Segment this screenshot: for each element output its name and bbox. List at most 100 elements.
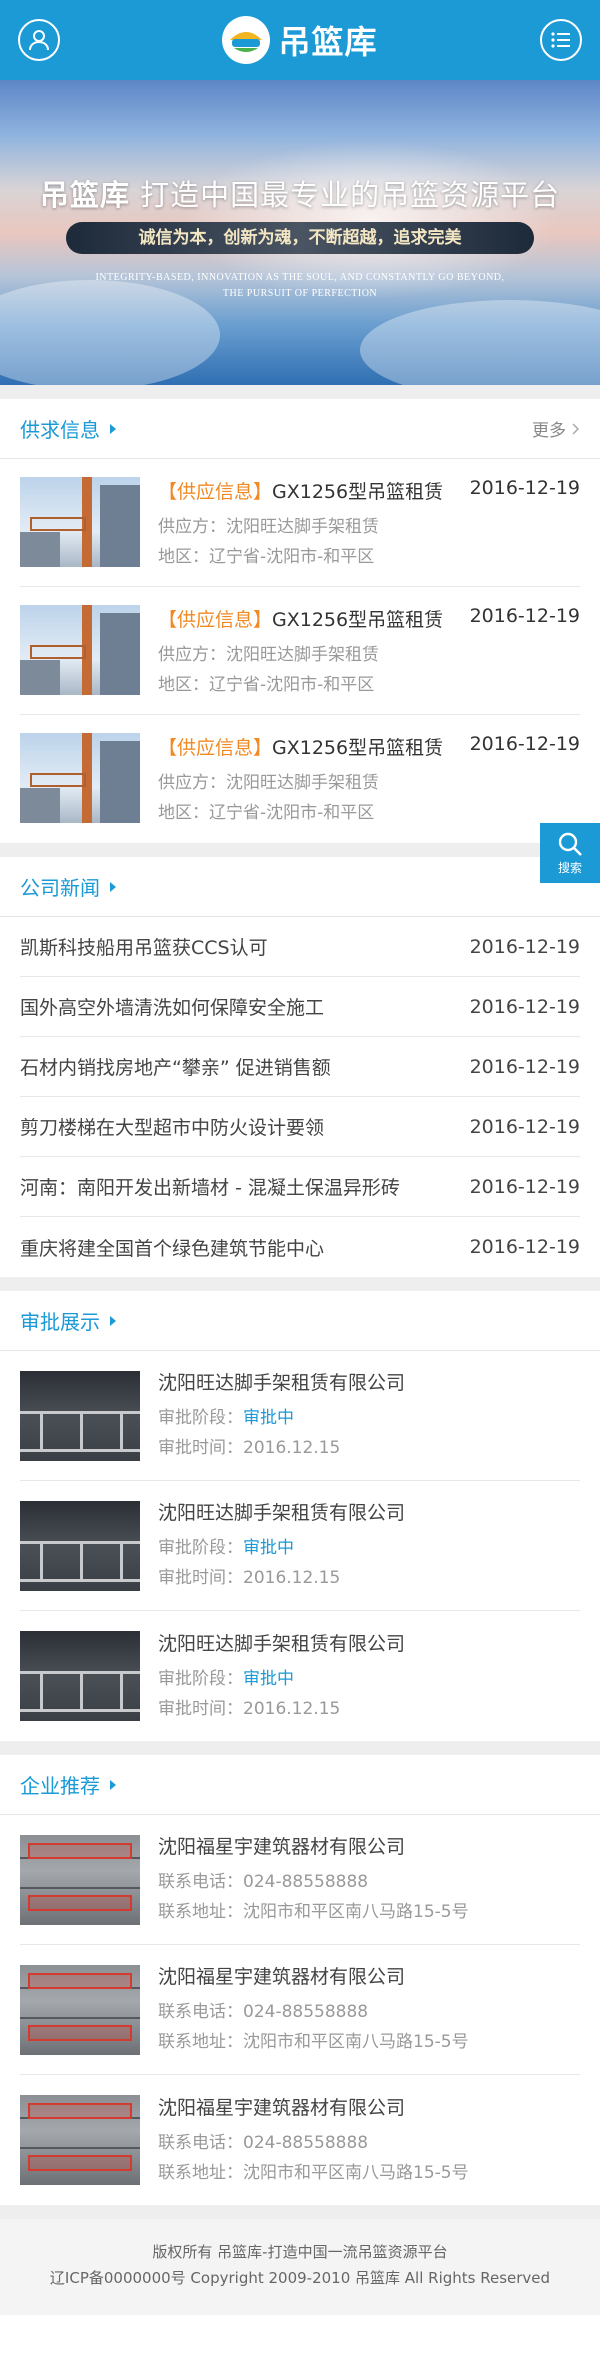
news-date: 2016-12-19 — [469, 1175, 580, 1198]
enterprise-section-title[interactable]: 企业推荐 — [20, 1770, 116, 1799]
enterprise-item[interactable]: 沈阳福星宇建筑器材有限公司 联系电话：024-88558888 联系地址：沈阳市… — [20, 2075, 580, 2205]
approval-time: 审批时间：2016.12.15 — [158, 1438, 341, 1458]
news-title-text: 公司新闻 — [20, 876, 100, 900]
approval-company: 沈阳旺达脚手架租赁有限公司 — [158, 1372, 406, 1394]
approval-stage-row: 审批阶段：审批中 — [158, 1664, 580, 1694]
news-title: 重庆将建全国首个绿色建筑节能中心 — [20, 1237, 325, 1260]
supply-section-header: 供求信息 更多 — [0, 399, 600, 459]
news-date: 2016-12-19 — [469, 1055, 580, 1078]
caret-right-icon — [110, 881, 116, 892]
approval-thumbnail — [20, 1631, 140, 1721]
supply-section-title[interactable]: 供求信息 — [20, 414, 116, 443]
news-item[interactable]: 国外高空外墙清洗如何保障安全施工 2016-12-19 — [20, 977, 580, 1037]
supply-title: GX1256型吊篮租赁 — [272, 609, 444, 631]
approval-thumbnail — [20, 1501, 140, 1591]
enterprise-phone: 联系电话：024-88558888 — [158, 2132, 369, 2153]
enterprise-address: 联系地址：沈阳市和平区南八马路15-5号 — [158, 1902, 469, 1922]
enterprise-company: 沈阳福星宇建筑器材有限公司 — [158, 2096, 406, 2119]
supply-item[interactable]: 【供应信息】GX1256型吊篮租赁 2016-12-19 供应方：沈阳旺达脚手架… — [20, 715, 580, 843]
news-item[interactable]: 石材内销找房地产“攀亲” 促进销售额 2016-12-19 — [20, 1037, 580, 1097]
news-title: 凯斯科技船用吊篮获CCS认可 — [20, 937, 268, 959]
supply-region: 地区：辽宁省-沈阳市-和平区 — [158, 675, 375, 695]
enterprise-title-text: 企业推荐 — [20, 1774, 100, 1798]
footer-copyright: 版权所有 吊篮库-打造中国一流吊篮资源平台 — [152, 2243, 448, 2261]
logo-emblem-icon — [222, 16, 271, 64]
caret-right-icon — [110, 423, 116, 434]
news-item[interactable]: 重庆将建全国首个绿色建筑节能中心 2016-12-19 — [20, 1217, 580, 1277]
news-title: 国外高空外墙清洗如何保障安全施工 — [20, 997, 325, 1019]
approval-item[interactable]: 沈阳旺达脚手架租赁有限公司 审批阶段：审批中 审批时间：2016.12.15 — [20, 1351, 580, 1481]
more-link[interactable]: 更多 — [532, 416, 580, 441]
approval-stage-label: 审批阶段： — [158, 1538, 243, 1558]
supply-supplier: 供应方：沈阳旺达脚手架租赁 — [158, 517, 379, 537]
banner-english-line2: THE PURSUIT OF PERFECTION — [222, 288, 378, 299]
page-footer: 版权所有 吊篮库-打造中国一流吊篮资源平台 辽ICP备0000000号 Copy… — [0, 2219, 600, 2315]
footer-icp: 辽ICP备0000000号 Copyright 2009-2010 吊篮库 Al… — [49, 2269, 551, 2287]
approval-item[interactable]: 沈阳旺达脚手架租赁有限公司 审批阶段：审批中 审批时间：2016.12.15 — [20, 1481, 580, 1611]
enterprise-section-header: 企业推荐 — [0, 1755, 600, 1815]
banner-title: 吊篮库 打造中国最专业的吊篮资源平台 — [0, 172, 600, 214]
site-logo[interactable]: 吊篮库 — [222, 16, 377, 64]
caret-right-icon — [110, 1779, 116, 1790]
enterprise-company: 沈阳福星宇建筑器材有限公司 — [158, 1966, 406, 1988]
section-divider — [0, 1741, 600, 1755]
enterprise-item[interactable]: 沈阳福星宇建筑器材有限公司 联系电话：024-88558888 联系地址：沈阳市… — [20, 1945, 580, 2075]
news-title: 河南：南阳开发出新墙材 - 混凝土保温异形砖 — [20, 1177, 400, 1199]
news-item[interactable]: 河南：南阳开发出新墙材 - 混凝土保温异形砖 2016-12-19 — [20, 1157, 580, 1217]
approval-stage-row: 审批阶段：审批中 — [158, 1533, 580, 1563]
hero-banner[interactable]: 吊篮库 打造中国最专业的吊篮资源平台 诚信为本，创新为魂，不断超越，追求完美 I… — [0, 80, 600, 385]
section-divider — [0, 843, 600, 857]
news-list: 凯斯科技船用吊篮获CCS认可 2016-12-19 国外高空外墙清洗如何保障安全施… — [0, 917, 600, 1277]
top-header: 吊篮库 — [0, 0, 600, 80]
approval-section-title[interactable]: 审批展示 — [20, 1306, 116, 1335]
news-title: 剪刀楼梯在大型超市中防火设计要领 — [20, 1117, 325, 1139]
news-date: 2016-12-19 — [469, 995, 580, 1018]
supply-tag: 【供应信息】 — [158, 609, 273, 631]
banner-slogan: 诚信为本，创新为魂，不断超越，追求完美 — [66, 222, 534, 254]
supply-date: 2016-12-19 — [469, 605, 580, 627]
approval-thumbnail — [20, 1371, 140, 1461]
supply-item-title: 【供应信息】GX1256型吊篮租赁 — [158, 477, 443, 504]
supply-item-title: 【供应信息】GX1256型吊篮租赁 — [158, 605, 443, 632]
news-item[interactable]: 凯斯科技船用吊篮获CCS认可 2016-12-19 — [20, 917, 580, 977]
supply-title-text: 供求信息 — [20, 418, 100, 442]
approval-list: 沈阳旺达脚手架租赁有限公司 审批阶段：审批中 审批时间：2016.12.15 沈… — [0, 1351, 600, 1741]
approval-time: 审批时间：2016.12.15 — [158, 1698, 341, 1719]
enterprise-phone: 联系电话：024-88558888 — [158, 1872, 369, 1892]
chevron-right-icon — [572, 422, 580, 435]
enterprise-phone: 联系电话：024-88558888 — [158, 2002, 369, 2022]
approval-company: 沈阳旺达脚手架租赁有限公司 — [158, 1632, 406, 1655]
user-icon[interactable] — [18, 19, 60, 61]
section-divider — [0, 1277, 600, 1291]
news-item[interactable]: 剪刀楼梯在大型超市中防火设计要领 2016-12-19 — [20, 1097, 580, 1157]
supply-thumbnail — [20, 733, 140, 823]
supply-tag: 【供应信息】 — [158, 737, 273, 759]
supply-title: GX1256型吊篮租赁 — [272, 737, 444, 759]
supply-region: 地区：辽宁省-沈阳市-和平区 — [158, 547, 375, 567]
news-section-title[interactable]: 公司新闻 — [20, 872, 116, 901]
supply-item-title: 【供应信息】GX1256型吊篮租赁 — [158, 733, 443, 760]
approval-item[interactable]: 沈阳旺达脚手架租赁有限公司 审批阶段：审批中 审批时间：2016.12.15 — [20, 1611, 580, 1741]
approval-section-header: 审批展示 — [0, 1291, 600, 1351]
logo-text: 吊篮库 — [278, 23, 378, 61]
approval-stage-row: 审批阶段：审批中 — [158, 1403, 580, 1433]
supply-item[interactable]: 【供应信息】GX1256型吊篮租赁 2016-12-19 供应方：沈阳旺达脚手架… — [20, 459, 580, 587]
supply-item[interactable]: 【供应信息】GX1256型吊篮租赁 2016-12-19 供应方：沈阳旺达脚手架… — [20, 587, 580, 715]
floating-search-label: 搜索 — [557, 860, 582, 875]
banner-title-rest: 打造中国最专业的吊篮资源平台 — [140, 178, 561, 212]
enterprise-thumbnail — [20, 1835, 140, 1925]
menu-list-icon[interactable] — [540, 19, 582, 61]
section-divider — [0, 2205, 600, 2219]
enterprise-item[interactable]: 沈阳福星宇建筑器材有限公司 联系电话：024-88558888 联系地址：沈阳市… — [20, 1815, 580, 1945]
section-divider — [0, 385, 600, 399]
supply-tag: 【供应信息】 — [158, 481, 273, 503]
floating-search-button[interactable]: 搜索 — [540, 823, 600, 883]
supply-thumbnail — [20, 605, 140, 695]
enterprise-company: 沈阳福星宇建筑器材有限公司 — [158, 1836, 406, 1858]
enterprise-thumbnail — [20, 2095, 140, 2185]
more-label: 更多 — [532, 421, 566, 441]
banner-english: INTEGRITY-BASED, INNOVATION AS THE SOUL,… — [0, 270, 600, 302]
caret-right-icon — [110, 1315, 116, 1326]
approval-title-text: 审批展示 — [20, 1310, 100, 1334]
approval-stage-label: 审批阶段： — [158, 1668, 243, 1689]
